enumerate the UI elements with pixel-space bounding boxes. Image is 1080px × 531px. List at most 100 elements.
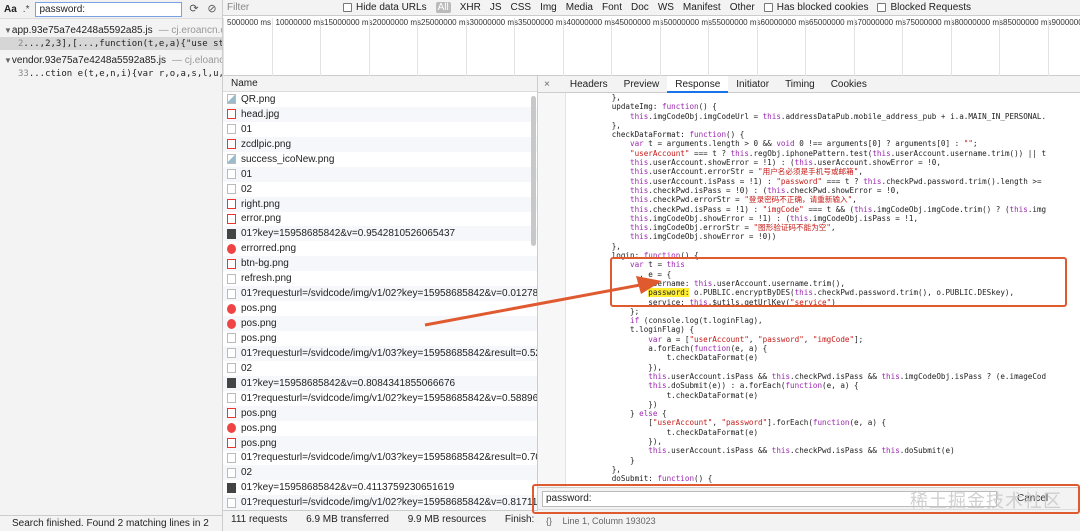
request-row[interactable]: error.png — [223, 212, 537, 227]
request-row[interactable]: zcdlpic.png — [223, 136, 537, 152]
search-status: Search finished. Found 2 matching lines … — [0, 515, 222, 531]
expand-triangle-icon[interactable]: ▼ — [4, 56, 12, 65]
request-row[interactable]: pos.png — [223, 421, 537, 436]
file-type-icon — [227, 393, 236, 404]
request-row[interactable]: pos.png — [223, 316, 537, 331]
tab-headers[interactable]: Headers — [562, 76, 616, 93]
search-match-line[interactable]: 2 ...,2,3],[...,function(t,e,a){"use str… — [0, 37, 222, 50]
request-row[interactable]: refresh.png — [223, 271, 537, 286]
scrollbar[interactable] — [531, 96, 536, 246]
tab-response[interactable]: Response — [667, 75, 729, 93]
request-count: 111 requests — [231, 514, 288, 525]
request-row[interactable]: 01 — [223, 122, 537, 137]
request-row[interactable]: 02 — [223, 182, 537, 197]
file-name: app.93e75a7e4248a5592a85.js — [11, 25, 153, 36]
request-row[interactable]: 01?requesturl=/svidcode/img/v1/02?key=15… — [223, 495, 537, 511]
request-row[interactable]: 01 — [223, 166, 537, 182]
request-name: head.jpg — [241, 108, 280, 120]
request-row[interactable]: pos.png — [223, 331, 537, 346]
filter-type-font[interactable]: Font — [602, 2, 622, 13]
filter-type-manifest[interactable]: Manifest — [683, 2, 721, 13]
search-result-file[interactable]: ▼ vendor.93e75a7e4248a5592a85.js — cj.el… — [0, 54, 222, 67]
filter-type-ws[interactable]: WS — [658, 2, 674, 13]
timeline-tick: 80000000 ms — [950, 18, 1003, 76]
refresh-icon[interactable]: ⟳ — [188, 3, 200, 15]
filter-type-all[interactable]: All — [435, 2, 451, 13]
cursor-position: Line 1, Column 193023 — [562, 516, 656, 526]
request-row[interactable]: 01?key=15958685842&v=0.8084341855066676 — [223, 375, 537, 391]
timeline-tick: 5000000 ms — [223, 18, 271, 76]
code-line: this.doSubmit(e)) : a.forEach(function(e… — [648, 381, 859, 391]
timeline-tick: 65000000 ms — [805, 18, 857, 76]
close-icon[interactable]: × — [544, 79, 550, 90]
code-line: }, — [566, 93, 621, 102]
tab-cookies[interactable]: Cookies — [823, 76, 875, 93]
filter-type-media[interactable]: Media — [566, 2, 593, 13]
file-type-icon — [227, 423, 236, 434]
file-type-icon — [227, 467, 236, 478]
code-line: t.checkDataFormat(e) — [566, 390, 759, 400]
request-row[interactable]: 01?key=15958685842&v=0.9542810526065437 — [223, 226, 537, 242]
request-name: 01?requesturl=/svidcode/img/v1/03?key=15… — [241, 452, 537, 464]
request-row[interactable]: head.jpg — [223, 106, 537, 122]
request-row[interactable]: pos.png — [223, 405, 537, 421]
hide-data-urls-checkbox[interactable]: Hide data URLs — [343, 2, 427, 13]
request-row[interactable]: 02 — [223, 465, 537, 481]
request-name: right.png — [241, 198, 280, 210]
pretty-print-icon[interactable]: {} — [546, 516, 552, 526]
checkbox-box[interactable] — [763, 3, 773, 12]
request-row[interactable]: 01?requesturl=/svidcode/img/v1/02?key=15… — [223, 286, 537, 302]
tab-preview[interactable]: Preview — [616, 76, 668, 93]
checkbox-box[interactable] — [343, 3, 352, 12]
regex-toggle[interactable]: .* — [23, 4, 30, 15]
filter-type-other[interactable]: Other — [730, 2, 755, 13]
filter-type-doc[interactable]: Doc — [631, 2, 649, 13]
code-line: this.checkPwd.isPass = !0) : (this.check… — [630, 185, 900, 195]
request-name: pos.png — [241, 437, 277, 449]
clear-icon[interactable]: ⊘ — [206, 3, 218, 15]
filter-type-js[interactable]: JS — [490, 2, 502, 13]
search-match-line[interactable]: 33 ...ction e(t,e,n,i){var r,o,a,s,l,u,c… — [0, 67, 222, 80]
request-row[interactable]: 01?requesturl=/svidcode/img/v1/03?key=15… — [223, 345, 537, 361]
request-row[interactable]: 01?requesturl=/svidcode/img/v1/02?key=15… — [223, 391, 537, 406]
column-header-name[interactable]: Name — [223, 76, 537, 92]
code-line: var a = ["userAccount", "password", "img… — [648, 334, 864, 344]
code-line: "userAccount" === t ? this.regObj.iphone… — [630, 148, 1047, 158]
checkbox-box[interactable] — [877, 3, 887, 12]
request-row[interactable]: success_icoNew.png — [223, 152, 537, 167]
filter-type-css[interactable]: CSS — [511, 2, 532, 13]
timeline-tick: 15000000 ms — [320, 18, 372, 76]
request-row[interactable]: errorred.png — [223, 241, 537, 256]
filter-type-img[interactable]: Img — [540, 2, 557, 13]
blocked-requests-checkbox[interactable]: Blocked Requests — [877, 2, 971, 13]
network-timeline[interactable]: 5000000 ms 10000000 ms 15000000 ms 20000000… — [223, 16, 1080, 76]
code-line: var t = arguments.length > 0 && void 0 !… — [630, 139, 978, 149]
search-input[interactable]: password: — [35, 1, 182, 17]
checkbox-label: Blocked Requests — [890, 2, 972, 13]
file-type-icon — [227, 258, 236, 269]
request-row[interactable]: pos.png — [223, 301, 537, 316]
finish-time: Finish: 1.0 days — [504, 514, 538, 525]
file-type-icon — [227, 438, 236, 449]
request-row[interactable]: 02 — [223, 361, 537, 376]
filter-type-xhr[interactable]: XHR — [460, 2, 481, 13]
timeline-tick: 90000000 — [1047, 18, 1080, 76]
request-row[interactable]: right.png — [223, 196, 537, 212]
request-row[interactable]: QR.png — [223, 92, 537, 107]
expand-triangle-icon[interactable]: ▼ — [4, 26, 12, 35]
request-row[interactable]: 01?requesturl=/svidcode/img/v1/03?key=15… — [223, 451, 537, 466]
has-blocked-cookies-checkbox[interactable]: Has blocked cookies — [763, 2, 868, 13]
timeline-tick: 20000000 ms — [368, 18, 421, 76]
line-gutter — [538, 93, 566, 491]
code-line: checkDataFormat: function() { — [566, 130, 745, 140]
file-type-icon — [227, 408, 236, 419]
tab-timing[interactable]: Timing — [777, 76, 823, 93]
request-row[interactable]: 01?key=15958685842&v=0.4113759230651619 — [223, 480, 537, 495]
tab-initiator[interactable]: Initiator — [728, 76, 777, 93]
request-row[interactable]: btn-bg.png — [223, 256, 537, 272]
filter-input[interactable]: Filter — [223, 2, 343, 13]
network-filter-bar: Filter Hide data URLs All XHR JS CSS Img Medi… — [223, 0, 1080, 16]
search-result-file[interactable]: ▼ app.93e75a7e4248a5592a85.js — cj.eroan… — [0, 24, 222, 37]
match-case-toggle[interactable]: Aa — [4, 4, 17, 15]
request-row[interactable]: pos.png — [223, 435, 537, 451]
